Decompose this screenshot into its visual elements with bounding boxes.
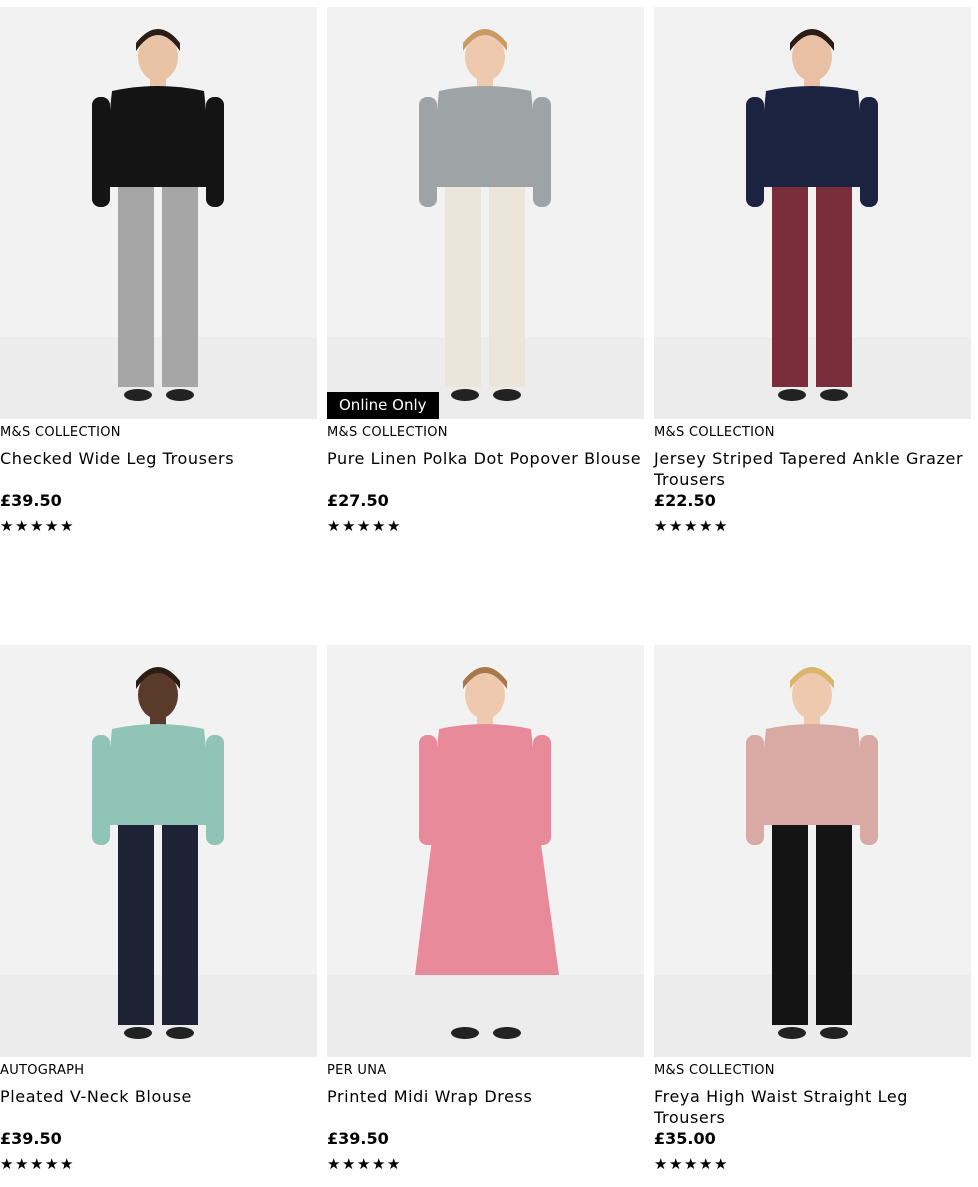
product-card[interactable]: M&S COLLECTION Checked Wide Leg Trousers… — [0, 7, 317, 535]
product-image[interactable] — [327, 645, 644, 1057]
star-filled-icon: ★ — [30, 1155, 44, 1173]
star-filled-icon: ★ — [714, 517, 728, 535]
star-filled-icon: ★ — [327, 1155, 341, 1173]
star-rating: ★ ★ ★ ★ ★ ★ ★ ★ ★ ★ — [327, 516, 644, 535]
star-filled-icon: ★ — [60, 1155, 74, 1173]
star-rating: ★ ★ ★ ★ ★ ★ ★ ★ ★ ★ — [654, 516, 971, 535]
star-filled-icon: ★ — [60, 517, 74, 535]
product-name-link[interactable]: Jersey Striped Tapered Ankle Grazer Trou… — [654, 448, 971, 490]
product-brand: M&S COLLECTION — [654, 425, 775, 440]
star-filled-icon: ★ — [30, 517, 44, 535]
star-filled-icon: ★ — [684, 1155, 698, 1173]
star-filled-icon: ★ — [45, 517, 59, 535]
star-filled-icon: ★ — [372, 517, 386, 535]
online-only-badge: Online Only — [327, 392, 439, 419]
product-price: £35.00 — [654, 1129, 716, 1148]
product-card[interactable]: AUTOGRAPH Pleated V-Neck Blouse £39.50 ★… — [0, 645, 317, 1173]
star-filled-icon: ★ — [342, 517, 356, 535]
product-image[interactable]: Online Only — [327, 7, 644, 419]
product-name-link[interactable]: Checked Wide Leg Trousers — [0, 448, 317, 490]
product-image[interactable] — [654, 645, 971, 1057]
product-brand: AUTOGRAPH — [0, 1063, 85, 1078]
star-filled-icon: ★ — [327, 517, 341, 535]
star-filled-icon: ★ — [387, 517, 401, 535]
star-filled-icon: ★ — [357, 1155, 371, 1173]
star-filled-icon: ★ — [699, 517, 713, 535]
product-name-link[interactable]: Pure Linen Polka Dot Popover Blouse — [327, 448, 644, 490]
star-filled-icon: ★ — [669, 1155, 683, 1173]
star-rating: ★ ★ ★ ★ ★ ★ ★ ★ ★ ★ — [654, 1154, 971, 1173]
product-card[interactable]: PER UNA Printed Midi Wrap Dress £39.50 ★… — [327, 645, 644, 1173]
star-filled-icon: ★ — [342, 1155, 356, 1173]
product-price: £39.50 — [0, 1129, 62, 1148]
star-filled-icon: ★ — [15, 517, 29, 535]
star-filled-icon: ★ — [684, 517, 698, 535]
star-filled-icon: ★ — [0, 517, 14, 535]
star-filled-icon: ★ — [15, 1155, 29, 1173]
star-filled-icon: ★ — [357, 517, 371, 535]
star-filled-icon: ★ — [387, 1155, 401, 1173]
star-rating: ★ ★ ★ ★ ★ ★ ★ ★ ★ ★ — [0, 1154, 317, 1173]
star-filled-icon: ★ — [714, 1155, 728, 1173]
star-filled-icon: ★ — [372, 1155, 386, 1173]
product-name-link[interactable]: Printed Midi Wrap Dress — [327, 1086, 644, 1128]
star-filled-icon: ★ — [45, 1155, 59, 1173]
product-brand: M&S COLLECTION — [327, 425, 448, 440]
product-image[interactable] — [0, 7, 317, 419]
star-filled-icon: ★ — [0, 1155, 14, 1173]
product-image[interactable] — [0, 645, 317, 1057]
star-filled-icon: ★ — [654, 1155, 668, 1173]
star-filled-icon: ★ — [654, 517, 668, 535]
product-brand: M&S COLLECTION — [654, 1063, 775, 1078]
product-price: £39.50 — [0, 491, 62, 510]
star-rating: ★ ★ ★ ★ ★ ★ ★ ★ ★ ★ — [327, 1154, 644, 1173]
product-brand: M&S COLLECTION — [0, 425, 121, 440]
product-price: £39.50 — [327, 1129, 389, 1148]
star-filled-icon: ★ — [669, 517, 683, 535]
product-price: £27.50 — [327, 491, 389, 510]
star-rating: ★ ★ ★ ★ ★ ★ ★ ★ ★ ★ — [0, 516, 317, 535]
product-brand: PER UNA — [327, 1063, 387, 1078]
product-card[interactable]: Online Only M&S COLLECTION Pure Linen Po… — [327, 7, 644, 535]
product-card[interactable]: M&S COLLECTION Jersey Striped Tapered An… — [654, 7, 971, 535]
star-filled-icon: ★ — [699, 1155, 713, 1173]
product-image[interactable] — [654, 7, 971, 419]
product-name-link[interactable]: Freya High Waist Straight Leg Trousers — [654, 1086, 971, 1128]
product-price: £22.50 — [654, 491, 716, 510]
product-card[interactable]: M&S COLLECTION Freya High Waist Straight… — [654, 645, 971, 1173]
product-name-link[interactable]: Pleated V-Neck Blouse — [0, 1086, 317, 1128]
